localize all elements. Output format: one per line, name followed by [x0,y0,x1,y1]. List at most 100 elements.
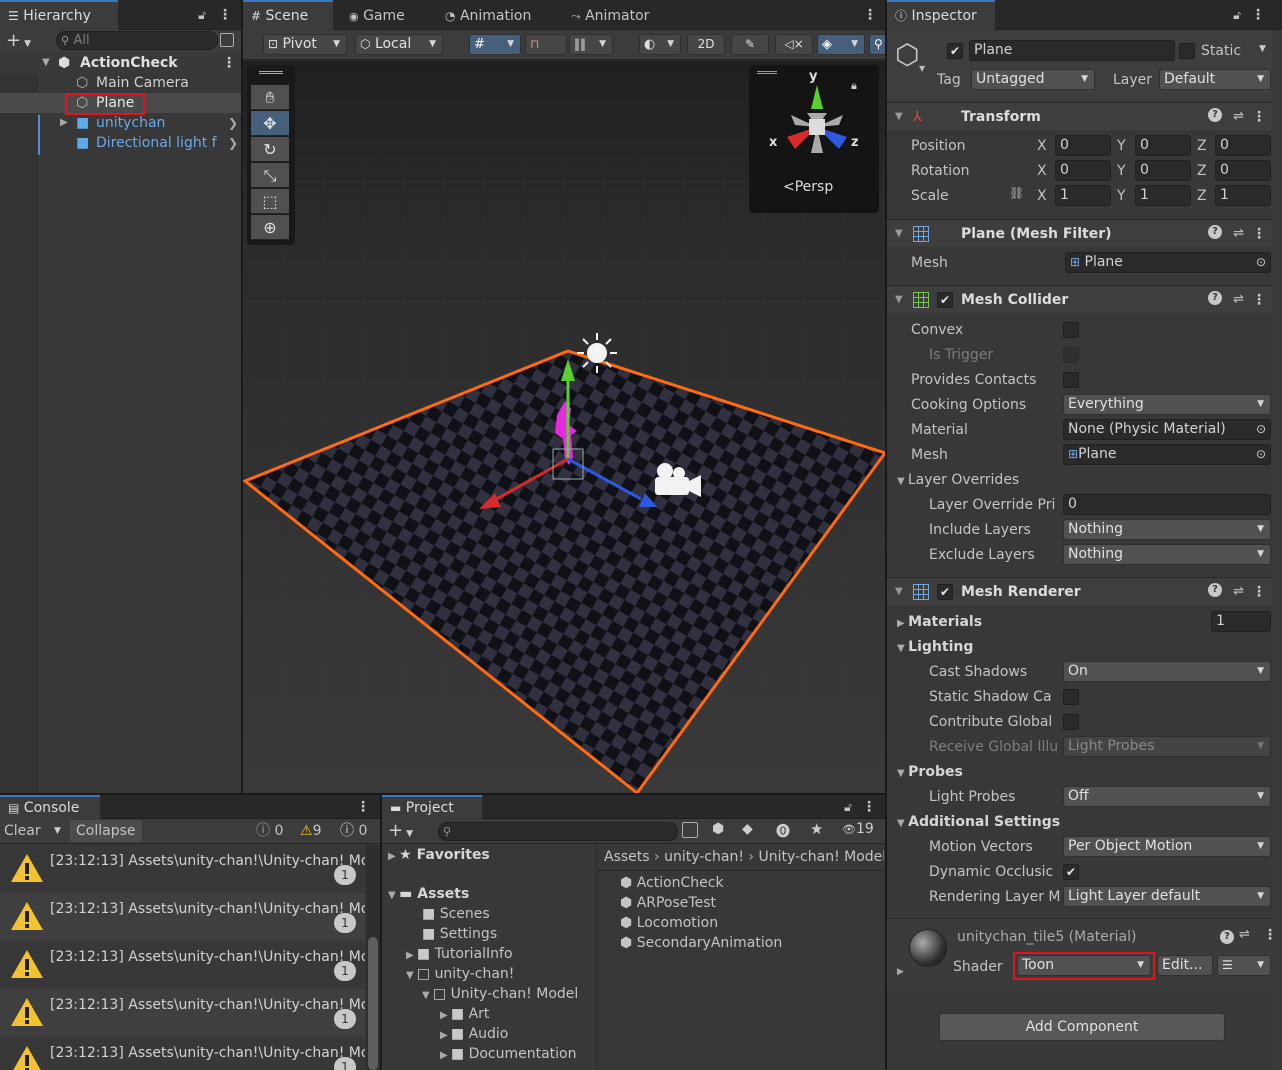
rotation-x-field[interactable]: 0 [1055,160,1111,181]
physic-material-field[interactable]: None (Physic Material) ⊙ [1063,419,1271,440]
layer-overrides-foldout[interactable]: ▼ Layer Overrides [897,470,1019,490]
more-icon[interactable]: ⋮ [863,0,877,30]
contribute-global-checkbox[interactable] [1063,714,1079,730]
error-filter-button[interactable]: ⓘ 0 [340,821,367,841]
tab-scene[interactable]: # Scene [243,0,333,30]
mesh-filter-header[interactable]: ▼ Plane (Mesh Filter) ? ⇌ ⋮ [887,219,1272,247]
object-picker-icon[interactable]: ⊙ [1256,253,1266,272]
motion-vectors-dropdown[interactable]: Per Object Motion ▼ [1063,836,1271,857]
info-filter-button[interactable]: ⓘ 0 [256,821,283,841]
ruler-button[interactable]: ‖‖ ▼ [569,34,613,55]
tag-dropdown[interactable]: Untagged ▼ [971,69,1095,90]
orientation-gizmo[interactable]: 🔒︎ y x z <Persp [749,65,879,213]
include-layers-dropdown[interactable]: Nothing ▼ [1063,519,1271,540]
tab-hierarchy[interactable]: ☰ Hierarchy [0,0,118,30]
hierarchy-item-unitychan[interactable]: ▶ ■ unitychan ❯ [0,113,241,155]
more-icon[interactable]: ⋮ [1252,220,1266,248]
object-picker-icon[interactable]: ⊙ [1256,420,1266,439]
preset-icon[interactable]: ⇌ [1233,286,1244,314]
lock-icon[interactable]: 🔓︎ [1229,0,1245,30]
clear-options-icon[interactable]: ▼ [54,821,61,841]
shader-menu-button[interactable]: ☰ ▼ [1217,955,1271,976]
tree-item-audio[interactable]: ▶ ■ Audio [440,1024,508,1044]
preset-icon[interactable]: ⇌ [1233,578,1244,606]
help-icon[interactable]: ? [1208,225,1222,239]
assets-foldout[interactable]: ▼ ▬ Assets [388,884,469,904]
tree-item-settings[interactable]: ■ Settings [422,924,497,944]
more-icon[interactable]: ⋮ [356,795,370,819]
more-icon[interactable]: ⋮ [1252,286,1266,314]
more-icon[interactable]: ⋮ [1252,578,1266,606]
persp-label[interactable]: <Persp [783,179,833,195]
rendering-layer-dropdown[interactable]: Light Layer default ▼ [1063,886,1271,907]
file-item-secondaryanimation[interactable]: ⬢ SecondaryAnimation [620,933,782,953]
help-icon[interactable]: ? [1208,108,1222,122]
rotation-z-field[interactable]: 0 [1215,160,1271,181]
exclude-layers-dropdown[interactable]: Nothing ▼ [1063,544,1271,565]
probes-foldout[interactable]: ▼ Probes [897,762,963,782]
tree-item-unity-chan[interactable]: ▼ □ unity-chan! [406,964,514,984]
static-shadow-checkbox[interactable] [1063,689,1079,705]
more-icon[interactable]: ⋮ [862,795,876,819]
lighting-foldout[interactable]: ▼ Lighting [897,637,973,657]
help-icon[interactable]: ? [1220,930,1234,944]
preset-icon[interactable]: ⇌ [1233,220,1244,248]
warning-filter-button[interactable]: ⚠9 [300,821,321,841]
file-item-locomotion[interactable]: ⬢ Locomotion [620,913,718,933]
tree-item-scenes[interactable]: ■ Scenes [422,904,490,924]
tab-animation[interactable]: ◔ Animation [437,0,539,30]
gizmos-button[interactable]: ⚲ [869,34,885,55]
more-icon[interactable]: ⋮ [222,53,236,73]
tab-animator[interactable]: ⤳ Animator [563,0,657,30]
lock-icon[interactable]: 🔓︎ [194,0,210,30]
file-item-arposetest[interactable]: ⬢ ARPoseTest [620,893,716,913]
hierarchy-item-main-camera[interactable]: ⬡ Main Camera [0,73,241,93]
object-name-input[interactable]: Plane [969,40,1175,61]
scale-z-field[interactable]: 1 [1215,185,1271,206]
tab-inspector[interactable]: ⓘ Inspector [887,0,995,30]
scale-x-field[interactable]: 1 [1055,185,1111,206]
log-type-icon[interactable]: ⓿ [776,821,790,841]
cast-shadows-dropdown[interactable]: On ▼ [1063,661,1271,682]
star-icon[interactable]: ★ [810,820,823,838]
filter-icon[interactable] [220,33,234,47]
tab-console[interactable]: ▤ Console [0,795,100,819]
search-by-type-icon[interactable] [682,822,698,838]
help-icon[interactable]: ? [1208,583,1222,597]
tree-item-art[interactable]: ▶ ■ Art [440,1004,489,1024]
light-probes-dropdown[interactable]: Off ▼ [1063,786,1271,807]
mesh-renderer-header[interactable]: ▼ ✔ Mesh Renderer ? ⇌ ⋮ [887,577,1272,605]
inspector-scrollbar[interactable] [1272,30,1282,1070]
clear-button[interactable]: Clear [4,821,41,841]
filter-type-icon[interactable]: ⬢ [712,821,724,837]
additional-settings-foldout[interactable]: ▼ Additional Settings [897,812,1060,832]
hidden-packages-button[interactable]: 👁︎19 [842,821,874,837]
lighting-toggle[interactable]: ✎ [731,34,769,55]
scale-tool-button[interactable]: ⤡ [251,163,289,188]
more-icon[interactable]: ⋮ [1252,103,1266,131]
active-checkbox[interactable]: ✔ [947,43,963,59]
preset-icon[interactable]: ⇌ [1239,927,1250,942]
console-scroll-thumb[interactable] [368,937,378,1070]
convex-checkbox[interactable] [1063,322,1079,338]
effects-button[interactable]: ◈ ▼ [817,34,865,55]
chevron-right-icon[interactable]: ❯ [228,113,238,133]
mesh-collider-header[interactable]: ▼ ✔ Mesh Collider ? ⇌ ⋮ [887,285,1272,313]
project-search-input[interactable]: ⚲ [438,822,678,841]
layer-override-priority-field[interactable]: 0 [1063,494,1271,515]
hierarchy-item-directional-light[interactable]: ■ Directional light f ❯ [0,133,241,153]
rect-tool-button[interactable]: ⬚ [251,189,289,214]
expand-arrow-icon[interactable]: ▶ [897,967,904,977]
audio-toggle[interactable]: ◁× [775,34,813,55]
preset-icon[interactable]: ⇌ [1233,103,1244,131]
mesh-renderer-enabled-checkbox[interactable]: ✔ [937,584,953,600]
transform-header[interactable]: ▼ ⅄ Transform ? ⇌ ⋮ [887,102,1272,130]
tab-game[interactable]: ◉ Game [341,0,413,30]
help-icon[interactable]: ? [1208,291,1222,305]
more-icon[interactable]: ⋮ [1251,0,1265,30]
pivot-dropdown[interactable]: ⊡ Pivot ▼ [263,34,347,55]
materials-count-field[interactable]: 1 [1211,611,1271,632]
scene-viewport[interactable]: ✋︎ ✥ ↻ ⤡ ⬚ ⊕ 🔒︎ y x z <Persp [243,61,885,793]
add-icon[interactable]: + ▼ [388,819,413,846]
mesh-collider-enabled-checkbox[interactable]: ✔ [937,292,953,308]
